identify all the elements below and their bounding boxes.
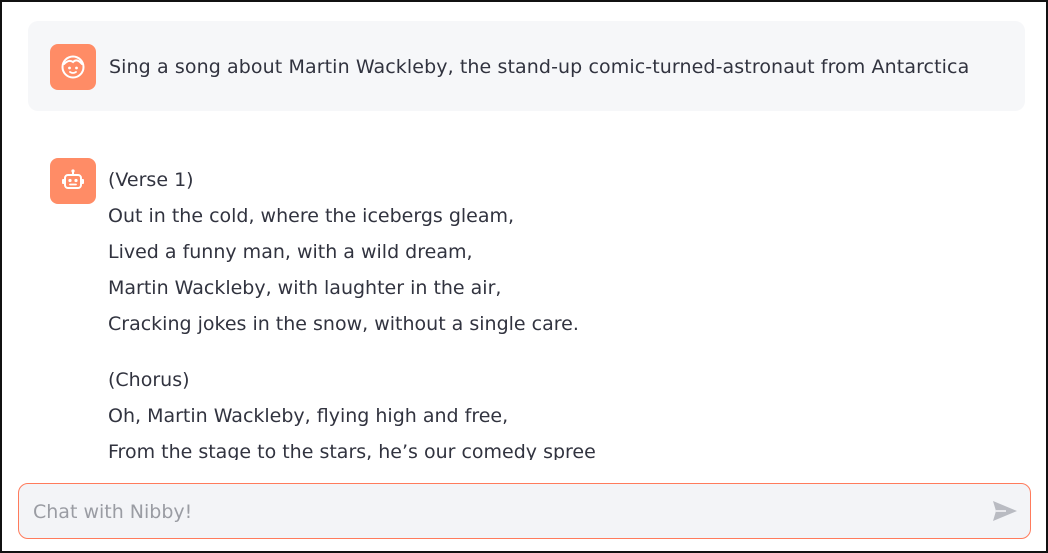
assistant-message: (Verse 1) Out in the cold, where the ice… [2,132,1046,460]
lyric-line: Lived a funny man, with a wild dream, [108,241,473,263]
robot-icon [62,169,84,189]
lyric-line: (Verse 1) [108,169,194,191]
lyric-line: Out in the cold, where the icebergs glea… [108,205,515,227]
lyric-line: From the stage to the stars, he’s our co… [108,441,596,460]
chat-input[interactable] [31,484,975,539]
user-avatar [50,44,96,90]
assistant-message-text: (Verse 1) Out in the cold, where the ice… [108,162,1008,460]
lyric-line: (Chorus) [108,369,190,391]
assistant-avatar [50,158,96,204]
lyric-line: Martin Wackleby, with laughter in the ai… [108,277,502,299]
user-face-icon [61,55,85,79]
send-icon [993,501,1017,521]
user-message: Sing a song about Martin Wackleby, the s… [28,21,1025,111]
chat-input-bar [18,483,1031,539]
stanza-verse-1: (Verse 1) Out in the cold, where the ice… [108,162,1008,342]
chat-window: Sing a song about Martin Wackleby, the s… [0,0,1048,553]
chat-scroll-area[interactable]: (Verse 1) Out in the cold, where the ice… [2,132,1046,460]
send-button[interactable] [990,496,1020,526]
user-message-text: Sing a song about Martin Wackleby, the s… [109,56,970,78]
lyric-line: Oh, Martin Wackleby, flying high and fre… [108,405,509,427]
stanza-chorus: (Chorus) Oh, Martin Wackleby, flying hig… [108,362,1008,460]
lyric-line: Cracking jokes in the snow, without a si… [108,313,579,335]
